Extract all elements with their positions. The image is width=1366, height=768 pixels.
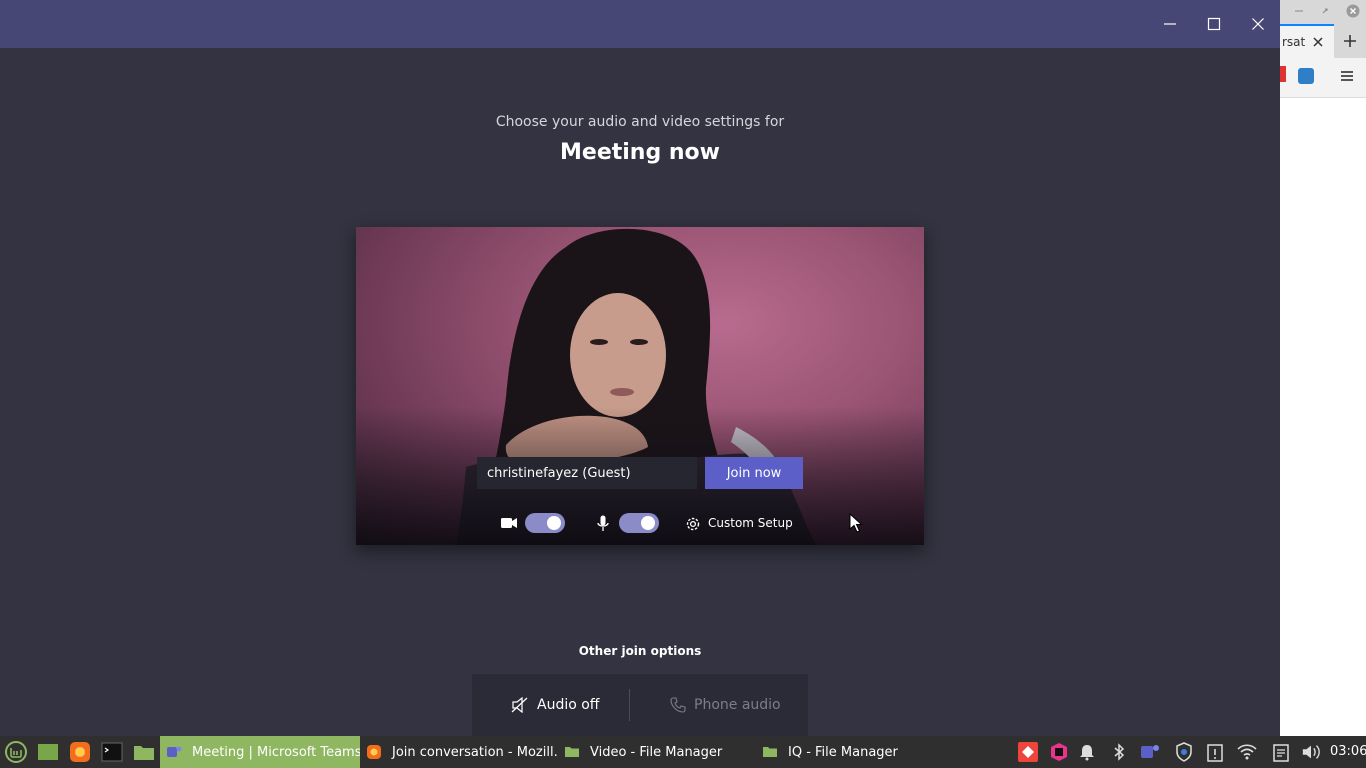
other-join-options-label: Other join options (578, 644, 702, 658)
speaker-muted-icon (511, 697, 528, 713)
mouse-cursor-icon (849, 512, 863, 537)
custom-setup-button[interactable]: Custom Setup (708, 516, 793, 530)
terminal-icon[interactable] (100, 740, 124, 764)
minimize-icon (1164, 23, 1176, 25)
meeting-title: Meeting now (560, 140, 720, 165)
wifi-icon[interactable] (1237, 742, 1257, 762)
task-video-file-manager[interactable]: Video - File Manager (558, 736, 754, 768)
video-preview (356, 227, 924, 545)
jetbrains-toolbox-icon[interactable] (1049, 742, 1069, 762)
firefox-icon (367, 745, 381, 759)
options-divider (629, 689, 630, 721)
task-firefox[interactable]: Join conversation - Mozill... (360, 736, 558, 768)
teams-icon (167, 746, 182, 757)
microphone-toggle[interactable] (619, 513, 659, 533)
close-icon (1252, 18, 1264, 30)
audio-off-option[interactable]: Audio off (511, 697, 599, 713)
audio-off-label: Audio off (537, 697, 600, 713)
folder-icon (763, 747, 777, 757)
teams-tray-icon[interactable] (1140, 742, 1160, 762)
show-desktop-icon[interactable] (36, 740, 60, 764)
teams-window: Choose your audio and video settings for… (0, 0, 1280, 736)
join-now-button[interactable]: Join now (705, 457, 803, 489)
firefox-tab-strip: rsat (1280, 24, 1366, 58)
task-label: Meeting | Microsoft Teams (192, 744, 360, 760)
guest-name-input[interactable]: christinefayez (Guest) (477, 457, 697, 489)
clipboard-manager-icon[interactable] (1271, 742, 1291, 762)
new-tab-icon[interactable] (1342, 33, 1358, 49)
restore-icon[interactable] (1320, 6, 1330, 16)
toggle-knob (641, 516, 655, 530)
title-bar (0, 0, 1280, 48)
taskbar: Meeting | Microsoft Teams Join conversat… (0, 736, 1366, 768)
clipboard-update-icon[interactable] (1205, 742, 1225, 762)
notification-bell-icon[interactable] (1077, 742, 1097, 762)
task-label: IQ - File Manager (788, 744, 898, 760)
task-label: Join conversation - Mozill... (392, 744, 558, 760)
extension-icon[interactable] (1280, 66, 1286, 82)
microphone-icon (595, 514, 611, 532)
firefox-tab[interactable]: rsat (1280, 24, 1334, 58)
phone-audio-label: Phone audio (694, 697, 781, 713)
firefox-titlebar (1280, 0, 1366, 24)
phone-audio-option[interactable]: Phone audio (670, 697, 781, 713)
phone-icon (670, 697, 686, 713)
camera-toggle[interactable] (525, 513, 565, 533)
volume-icon[interactable] (1301, 742, 1321, 762)
anydesk-icon[interactable] (1018, 742, 1038, 762)
task-label: Video - File Manager (590, 744, 723, 760)
folder-icon (565, 747, 579, 757)
minimize-button[interactable] (1158, 12, 1182, 36)
task-iq-file-manager[interactable]: IQ - File Manager (756, 736, 952, 768)
close-button[interactable] (1246, 12, 1270, 36)
task-teams[interactable]: Meeting | Microsoft Teams (160, 736, 360, 768)
shield-icon[interactable] (1174, 742, 1194, 762)
minimize-icon[interactable] (1294, 6, 1304, 16)
firefox-toolbar (1280, 58, 1366, 98)
gear-icon[interactable] (683, 514, 702, 533)
taskbar-clock[interactable]: 03:06 (1330, 736, 1366, 768)
camera-icon (499, 514, 519, 532)
mint-menu-icon[interactable] (4, 740, 28, 764)
tab-close-icon[interactable] (1312, 36, 1324, 48)
maximize-icon (1207, 17, 1221, 31)
files-launcher-icon[interactable] (132, 740, 156, 764)
close-icon[interactable] (1346, 4, 1360, 18)
hamburger-menu-icon[interactable] (1340, 69, 1354, 83)
extension-icon[interactable] (1298, 68, 1314, 84)
prejoin-subtitle: Choose your audio and video settings for (495, 114, 785, 130)
firefox-tab-title: rsat (1282, 35, 1306, 49)
firefox-window: rsat (1280, 0, 1366, 736)
toggle-knob (547, 516, 561, 530)
maximize-button[interactable] (1202, 12, 1226, 36)
bluetooth-icon[interactable] (1109, 742, 1129, 762)
firefox-launcher-icon[interactable] (68, 740, 92, 764)
